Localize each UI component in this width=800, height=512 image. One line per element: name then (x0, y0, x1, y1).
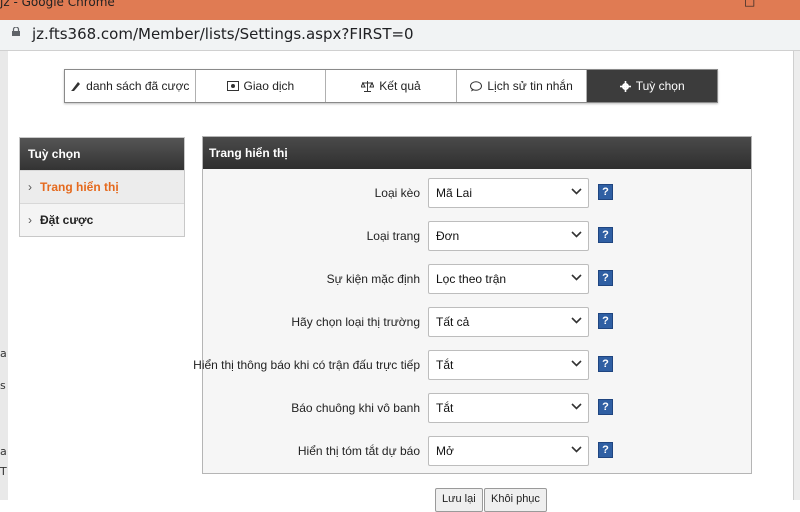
setting-label: Hiển thị thông báo khi có trận đấu trực … (193, 358, 420, 372)
default-event-select[interactable]: Lọc theo trận (428, 264, 589, 294)
tab-message-history[interactable]: Lịch sử tin nhắn (457, 70, 588, 102)
select-value: Tắt (436, 358, 454, 372)
left-window-edge: a s a T (0, 51, 8, 500)
chat-icon (470, 80, 483, 91)
save-button[interactable]: Lưu lại (435, 488, 483, 512)
chevron-down-icon (571, 317, 582, 324)
tab-label: Giao dịch (243, 79, 295, 93)
sidebar-item-label: Đặt cược (40, 213, 94, 227)
window-title: jz - Google Chrome (0, 0, 115, 9)
right-scrollbar[interactable] (793, 51, 800, 500)
select-value: Mở (436, 444, 454, 458)
setting-row-default-event: Sự kiện mặc định Lọc theo trận ? (203, 264, 751, 307)
market-type-select[interactable]: Tất cả (428, 307, 589, 337)
select-value: Mã Lai (436, 186, 473, 200)
help-icon[interactable]: ? (598, 227, 613, 243)
setting-row-goal-alert: Báo chuông khi vô banh Tắt ? (203, 393, 751, 436)
select-value: Đơn (436, 229, 460, 243)
page-type-select[interactable]: Đơn (428, 221, 589, 251)
settings-sidebar: Tuỳ chọn › Trang hiển thị › Đặt cược (19, 137, 185, 237)
tab-label: danh sách đã cược (86, 79, 190, 93)
live-notification-select[interactable]: Tắt (428, 350, 589, 380)
setting-label: Hiển thị tóm tắt dự báo (297, 444, 420, 458)
chevron-down-icon (571, 446, 582, 453)
setting-label: Hãy chọn loại thị trường (291, 315, 420, 329)
address-bar[interactable]: jz.fts368.com/Member/lists/Settings.aspx… (0, 20, 800, 51)
chevron-down-icon (571, 274, 582, 281)
setting-row-market-type: Hãy chọn loại thị trường Tất cả ? (203, 307, 751, 350)
tab-transactions[interactable]: Giao dịch (196, 70, 327, 102)
tab-label: Tuỳ chọn (635, 79, 685, 93)
help-icon[interactable]: ? (598, 313, 613, 329)
list-icon (71, 81, 81, 91)
help-icon[interactable]: ? (598, 356, 613, 372)
setting-row-live-notification: Hiển thị thông báo khi có trận đấu trực … (193, 350, 751, 393)
help-icon[interactable]: ? (598, 270, 613, 286)
goal-alert-select[interactable]: Tắt (428, 393, 589, 423)
setting-row-forecast-summary: Hiển thị tóm tắt dự báo Mở ? (203, 436, 751, 479)
odds-type-select[interactable]: Mã Lai (428, 178, 589, 208)
edge-text-fragment: s (0, 379, 6, 392)
tab-bet-list[interactable]: danh sách đã cược (65, 70, 196, 102)
sidebar-item-display-page[interactable]: › Trang hiển thị (20, 170, 184, 203)
tab-results[interactable]: Kết quả (326, 70, 457, 102)
setting-label: Loại kèo (374, 186, 420, 200)
help-icon[interactable]: ? (598, 442, 613, 458)
sidebar-title: Tuỳ chọn (20, 138, 184, 170)
chevron-down-icon (571, 360, 582, 367)
setting-label: Báo chuông khi vô banh (291, 401, 420, 415)
forecast-summary-select[interactable]: Mở (428, 436, 589, 466)
setting-row-page-type: Loại trang Đơn ? (203, 221, 751, 264)
edge-text-fragment: a (0, 445, 7, 458)
chevron-right-icon: › (28, 180, 32, 194)
sidebar-item-label: Trang hiển thị (40, 180, 119, 194)
main-tab-bar: danh sách đã cược Giao dịch Kết quả Lịch… (64, 69, 718, 103)
restore-button[interactable]: Khôi phục (484, 488, 547, 512)
select-value: Lọc theo trận (436, 272, 507, 286)
display-settings-panel: Trang hiển thị Loại kèo Mã Lai ? Loại tr… (193, 136, 752, 474)
browser-title-bar: jz - Google Chrome □ (0, 0, 800, 20)
chevron-right-icon: › (28, 213, 32, 227)
chevron-down-icon (571, 403, 582, 410)
setting-row-odds-type: Loại kèo Mã Lai ? (203, 178, 751, 221)
scale-icon (361, 80, 375, 92)
select-value: Tất cả (436, 315, 470, 329)
sidebar-item-betting[interactable]: › Đặt cược (20, 203, 184, 236)
panel-title: Trang hiển thị (203, 137, 751, 169)
chevron-down-icon (571, 231, 582, 238)
setting-label: Loại trang (366, 229, 420, 243)
transaction-icon (226, 81, 239, 91)
setting-label: Sự kiện mặc định (326, 272, 420, 286)
help-icon[interactable]: ? (598, 399, 613, 415)
tab-label: Kết quả (379, 79, 421, 93)
lock-icon (12, 27, 20, 36)
settings-form: Loại kèo Mã Lai ? Loại trang Đơn ? Sự ki… (193, 178, 751, 479)
select-value: Tắt (436, 401, 454, 415)
maximize-icon[interactable]: □ (744, 0, 755, 8)
edge-text-fragment: a (0, 347, 7, 360)
tab-settings[interactable]: Tuỳ chọn (587, 70, 717, 102)
chevron-down-icon (571, 188, 582, 195)
help-icon[interactable]: ? (598, 184, 613, 200)
url-text[interactable]: jz.fts368.com/Member/lists/Settings.aspx… (32, 25, 414, 43)
edge-text-fragment: T (0, 465, 7, 478)
tab-label: Lịch sử tin nhắn (487, 79, 573, 93)
gear-icon (619, 80, 631, 92)
